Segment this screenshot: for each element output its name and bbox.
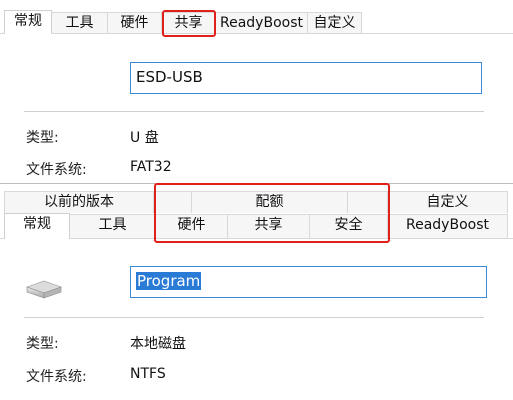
tab-previous-versions[interactable]: 以前的版本 — [4, 191, 154, 213]
tab-readyboost[interactable]: ReadyBoost — [216, 12, 308, 33]
tab-spacer-2 — [348, 191, 388, 213]
tab-tools[interactable]: 工具 — [70, 214, 156, 238]
tab-hardware[interactable]: 硬件 — [156, 214, 228, 238]
tab-sharing[interactable]: 共享 — [228, 214, 310, 238]
tab-quota[interactable]: 配额 — [192, 191, 348, 213]
tab-strip-divider — [0, 33, 513, 34]
tab-sharing[interactable]: 共享 — [162, 12, 216, 33]
tab-general[interactable]: 常规 — [4, 213, 70, 239]
panel-separator — [0, 183, 513, 184]
section-divider — [24, 111, 484, 112]
drive-icon — [26, 280, 62, 299]
tab-tools[interactable]: 工具 — [52, 12, 108, 33]
usb-drive-properties: 常规 工具 硬件 共享 ReadyBoost 自定义 ESD-USB 类型: U… — [0, 0, 513, 183]
tab-hardware[interactable]: 硬件 — [108, 12, 162, 33]
filesystem-label: 文件系统: — [26, 162, 87, 178]
type-value: 本地磁盘 — [130, 336, 186, 352]
tab-security[interactable]: 安全 — [310, 214, 388, 238]
type-value: U 盘 — [130, 130, 159, 146]
tab-customize[interactable]: 自定义 — [388, 191, 508, 213]
tab-readyboost[interactable]: ReadyBoost — [388, 214, 508, 238]
drive-name-input[interactable]: ESD-USB — [130, 62, 482, 94]
drive-name-input[interactable]: Program — [130, 266, 487, 298]
drive-name-text: ESD-USB — [136, 68, 203, 86]
filesystem-label: 文件系统: — [26, 369, 87, 385]
filesystem-value: FAT32 — [130, 159, 172, 175]
section-divider — [24, 317, 484, 318]
local-disk-properties: 以前的版本 配额 自定义 常规 工具 硬件 共享 安全 ReadyBoost P… — [0, 183, 513, 400]
tab-customize[interactable]: 自定义 — [308, 12, 362, 33]
tab-general[interactable]: 常规 — [4, 10, 52, 34]
tab-strip-divider — [0, 238, 513, 239]
drive-name-text: Program — [136, 272, 202, 290]
filesystem-value: NTFS — [130, 366, 166, 382]
type-label: 类型: — [26, 130, 59, 146]
type-label: 类型: — [26, 336, 59, 352]
tab-spacer-1 — [154, 191, 192, 213]
